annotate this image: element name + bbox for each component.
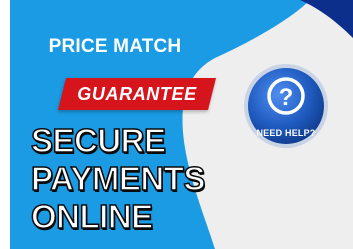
headline-payments: PAYMENTS	[30, 160, 206, 197]
price-match-title: PRICE MATCH	[48, 36, 182, 57]
need-help-label[interactable]: NEED HELP?	[246, 128, 326, 138]
secure-payments-banner: PRICE MATCH GUARANTEE SECURE PAYMENTS ON…	[0, 0, 353, 249]
guarantee-label: GUARANTEE	[77, 84, 197, 104]
headline-secure: SECURE	[30, 122, 167, 159]
question-mark-icon: ?	[279, 84, 294, 111]
headline-online: ONLINE	[30, 198, 154, 235]
left-frame	[0, 0, 10, 249]
